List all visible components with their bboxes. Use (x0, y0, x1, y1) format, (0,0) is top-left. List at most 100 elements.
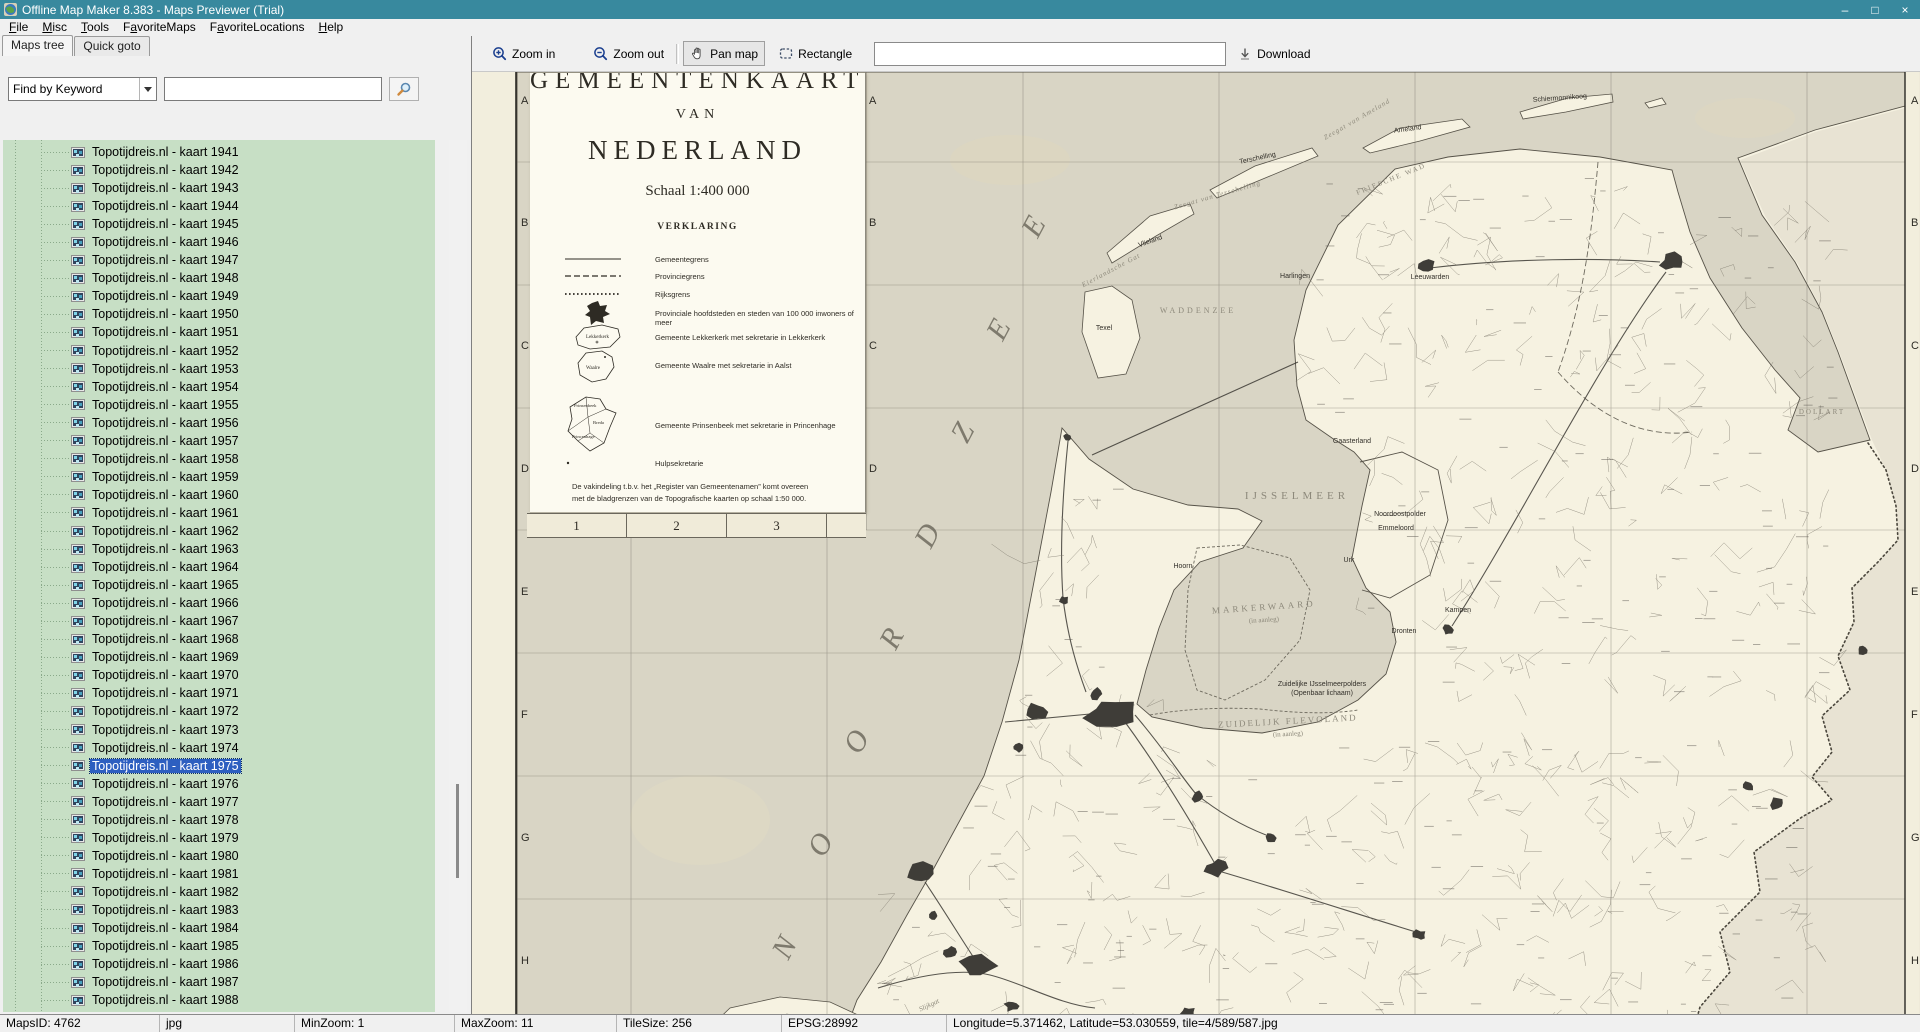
tree-item[interactable]: Topotijdreis.nl - kaart 1974 (3, 739, 435, 757)
map-viewport[interactable]: AAABBBCCCDDDEEFFGGHHNOORDZEEWADDENZEEIJS… (472, 72, 1920, 1014)
tree-item-label[interactable]: Topotijdreis.nl - kaart 1984 (90, 921, 241, 935)
tree-item[interactable]: Topotijdreis.nl - kaart 1941 (3, 143, 435, 161)
tree-item[interactable]: Topotijdreis.nl - kaart 1986 (3, 955, 435, 973)
tree-item[interactable]: Topotijdreis.nl - kaart 1968 (3, 630, 435, 648)
tree-item[interactable]: Topotijdreis.nl - kaart 1967 (3, 612, 435, 630)
tree-item-label[interactable]: Topotijdreis.nl - kaart 1989 (90, 1011, 241, 1012)
menu-item-tools[interactable]: Tools (74, 19, 116, 35)
tree-item-label[interactable]: Topotijdreis.nl - kaart 1959 (90, 470, 241, 484)
tree-item-label[interactable]: Topotijdreis.nl - kaart 1970 (90, 668, 241, 682)
tree-item[interactable]: Topotijdreis.nl - kaart 1977 (3, 793, 435, 811)
tree-item-label[interactable]: Topotijdreis.nl - kaart 1960 (90, 488, 241, 502)
tree-item-label[interactable]: Topotijdreis.nl - kaart 1967 (90, 614, 241, 628)
tab-maps-tree[interactable]: Maps tree (2, 35, 73, 56)
tree-item-label[interactable]: Topotijdreis.nl - kaart 1976 (90, 777, 241, 791)
tree-item[interactable]: Topotijdreis.nl - kaart 1984 (3, 919, 435, 937)
tree-item[interactable]: Topotijdreis.nl - kaart 1958 (3, 450, 435, 468)
tree-item-label[interactable]: Topotijdreis.nl - kaart 1969 (90, 650, 241, 664)
tree-item-label[interactable]: Topotijdreis.nl - kaart 1948 (90, 271, 241, 285)
tree-item[interactable]: Topotijdreis.nl - kaart 1960 (3, 486, 435, 504)
tab-quick-goto[interactable]: Quick goto (74, 36, 149, 56)
tree-item[interactable]: Topotijdreis.nl - kaart 1964 (3, 558, 435, 576)
zoom-out-button[interactable]: Zoom out (587, 42, 670, 65)
tree-item[interactable]: Topotijdreis.nl - kaart 1949 (3, 287, 435, 305)
tree-item-label[interactable]: Topotijdreis.nl - kaart 1946 (90, 235, 241, 249)
search-button[interactable] (389, 77, 419, 101)
tree-item[interactable]: Topotijdreis.nl - kaart 1957 (3, 432, 435, 450)
tree-item-label[interactable]: Topotijdreis.nl - kaart 1955 (90, 398, 241, 412)
tree-item[interactable]: Topotijdreis.nl - kaart 1954 (3, 378, 435, 396)
tree-item[interactable]: Topotijdreis.nl - kaart 1983 (3, 901, 435, 919)
tree-item-label[interactable]: Topotijdreis.nl - kaart 1979 (90, 831, 241, 845)
tree-item-label[interactable]: Topotijdreis.nl - kaart 1951 (90, 325, 241, 339)
tree-item[interactable]: Topotijdreis.nl - kaart 1943 (3, 179, 435, 197)
tree-item-label[interactable]: Topotijdreis.nl - kaart 1956 (90, 416, 241, 430)
tree-item-label[interactable]: Topotijdreis.nl - kaart 1943 (90, 181, 241, 195)
tree-item[interactable]: Topotijdreis.nl - kaart 1969 (3, 648, 435, 666)
tree-item-label[interactable]: Topotijdreis.nl - kaart 1961 (90, 506, 241, 520)
tree-item-label[interactable]: Topotijdreis.nl - kaart 1963 (90, 542, 241, 556)
tree-item[interactable]: Topotijdreis.nl - kaart 1955 (3, 396, 435, 414)
close-button[interactable]: × (1890, 0, 1920, 19)
tree-item-label[interactable]: Topotijdreis.nl - kaart 1983 (90, 903, 241, 917)
tree-item-label[interactable]: Topotijdreis.nl - kaart 1962 (90, 524, 241, 538)
tree-item-label[interactable]: Topotijdreis.nl - kaart 1972 (90, 704, 241, 718)
tree-item-label[interactable]: Topotijdreis.nl - kaart 1954 (90, 380, 241, 394)
tree-item-label[interactable]: Topotijdreis.nl - kaart 1986 (90, 957, 241, 971)
tree-item[interactable]: Topotijdreis.nl - kaart 1959 (3, 468, 435, 486)
menu-item-misc[interactable]: Misc (35, 19, 74, 35)
tree-item-label[interactable]: Topotijdreis.nl - kaart 1973 (90, 723, 241, 737)
tree-item[interactable]: Topotijdreis.nl - kaart 1947 (3, 251, 435, 269)
tree-item-label[interactable]: Topotijdreis.nl - kaart 1981 (90, 867, 241, 881)
tree-item-label[interactable]: Topotijdreis.nl - kaart 1945 (90, 217, 241, 231)
search-mode-select[interactable]: Find by Keyword (8, 77, 157, 101)
tree-item-label[interactable]: Topotijdreis.nl - kaart 1952 (90, 344, 241, 358)
tree-item-label[interactable]: Topotijdreis.nl - kaart 1980 (90, 849, 241, 863)
tree-item-label[interactable]: Topotijdreis.nl - kaart 1968 (90, 632, 241, 646)
tree-item-label[interactable]: Topotijdreis.nl - kaart 1949 (90, 289, 241, 303)
menu-item-file[interactable]: File (2, 19, 35, 35)
tree-item-label[interactable]: Topotijdreis.nl - kaart 1941 (90, 145, 241, 159)
tree-item[interactable]: Topotijdreis.nl - kaart 1985 (3, 937, 435, 955)
tree-item-label[interactable]: Topotijdreis.nl - kaart 1987 (90, 975, 241, 989)
tree-item-label[interactable]: Topotijdreis.nl - kaart 1982 (90, 885, 241, 899)
maximize-button[interactable]: □ (1860, 0, 1890, 19)
tree-item-label[interactable]: Topotijdreis.nl - kaart 1957 (90, 434, 241, 448)
tree-item-label[interactable]: Topotijdreis.nl - kaart 1953 (90, 362, 241, 376)
tree-item-label[interactable]: Topotijdreis.nl - kaart 1947 (90, 253, 241, 267)
tree-item[interactable]: Topotijdreis.nl - kaart 1966 (3, 594, 435, 612)
tree-item-label[interactable]: Topotijdreis.nl - kaart 1977 (90, 795, 241, 809)
tree-item-selected[interactable]: Topotijdreis.nl - kaart 1975 (3, 757, 435, 775)
menu-item-help[interactable]: Help (312, 19, 351, 35)
tree-item[interactable]: Topotijdreis.nl - kaart 1979 (3, 829, 435, 847)
tree-item-label[interactable]: Topotijdreis.nl - kaart 1944 (90, 199, 241, 213)
tree-item-label[interactable]: Topotijdreis.nl - kaart 1975 (90, 759, 241, 773)
tree-item[interactable]: Topotijdreis.nl - kaart 1950 (3, 305, 435, 323)
tree-item[interactable]: Topotijdreis.nl - kaart 1953 (3, 360, 435, 378)
tree-item[interactable]: Topotijdreis.nl - kaart 1971 (3, 684, 435, 702)
menu-item-favoritemaps[interactable]: FavoriteMaps (116, 19, 203, 35)
tree-item[interactable]: Topotijdreis.nl - kaart 1951 (3, 323, 435, 341)
tree-item-label[interactable]: Topotijdreis.nl - kaart 1974 (90, 741, 241, 755)
tree-item[interactable]: Topotijdreis.nl - kaart 1980 (3, 847, 435, 865)
tree-item[interactable]: Topotijdreis.nl - kaart 1989 (3, 1009, 435, 1012)
tree-item-label[interactable]: Topotijdreis.nl - kaart 1964 (90, 560, 241, 574)
tree-item-label[interactable]: Topotijdreis.nl - kaart 1958 (90, 452, 241, 466)
tree-item-label[interactable]: Topotijdreis.nl - kaart 1942 (90, 163, 241, 177)
download-button[interactable]: Download (1238, 47, 1310, 61)
tree-item[interactable]: Topotijdreis.nl - kaart 1982 (3, 883, 435, 901)
tree-item[interactable]: Topotijdreis.nl - kaart 1946 (3, 233, 435, 251)
tree-item-label[interactable]: Topotijdreis.nl - kaart 1985 (90, 939, 241, 953)
tree-item[interactable]: Topotijdreis.nl - kaart 1972 (3, 702, 435, 720)
tree-item-label[interactable]: Topotijdreis.nl - kaart 1988 (90, 993, 241, 1007)
tree-item[interactable]: Topotijdreis.nl - kaart 1981 (3, 865, 435, 883)
search-input[interactable] (164, 77, 382, 101)
tree-scrollbar[interactable] (449, 140, 467, 1012)
rectangle-button[interactable]: Rectangle (773, 43, 858, 65)
tree-item[interactable]: Topotijdreis.nl - kaart 1988 (3, 991, 435, 1009)
tree-item[interactable]: Topotijdreis.nl - kaart 1942 (3, 161, 435, 179)
tree-item-label[interactable]: Topotijdreis.nl - kaart 1978 (90, 813, 241, 827)
tree-item-label[interactable]: Topotijdreis.nl - kaart 1950 (90, 307, 241, 321)
tree-item[interactable]: Topotijdreis.nl - kaart 1961 (3, 504, 435, 522)
zoom-in-button[interactable]: Zoom in (486, 42, 561, 65)
